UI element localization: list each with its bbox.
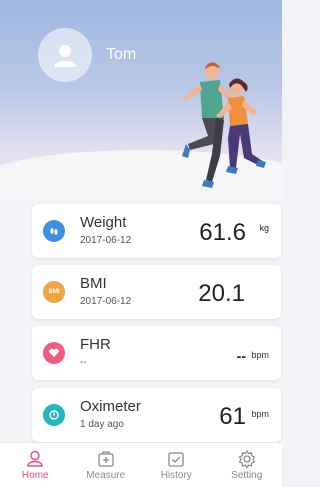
avatar[interactable] [38, 28, 92, 82]
card-unit: bpm [251, 409, 269, 419]
card-title: BMI [80, 275, 107, 292]
nav-label: Measure [86, 470, 126, 481]
card-subtitle: 2017-06-12 [80, 235, 132, 246]
nav-setting[interactable]: Setting [212, 443, 283, 487]
nav-label: Setting [231, 470, 263, 481]
history-icon [168, 452, 184, 467]
bottom-nav: Home Measure History Setting [0, 442, 282, 487]
nav-measure[interactable]: Measure [71, 443, 142, 487]
gear-icon [238, 449, 256, 469]
heart-icon [43, 342, 65, 364]
user-name[interactable]: Tom [106, 46, 136, 64]
nav-label: Home [21, 470, 49, 481]
bmi-icon: BMI [43, 281, 65, 303]
fhr-card[interactable]: FHR -- -- bpm [32, 326, 281, 380]
nav-history[interactable]: History [141, 443, 212, 487]
card-value: 61.6 [199, 219, 246, 246]
header-illustration: Tom [0, 0, 282, 200]
nav-home[interactable]: Home [0, 443, 71, 487]
bmi-card[interactable]: BMI BMI 2017-06-12 20.1 [32, 265, 281, 319]
runners-illustration [182, 62, 266, 188]
card-title: Weight [80, 214, 127, 231]
card-title: FHR [80, 336, 111, 353]
card-subtitle: 1 day ago [80, 419, 124, 430]
oximeter-card[interactable]: Oximeter 1 day ago 61 bpm [32, 388, 281, 442]
card-subtitle: 2017-06-12 [80, 296, 132, 307]
measure-icon [98, 451, 114, 467]
card-value: -- [236, 348, 246, 364]
nav-label: History [160, 470, 192, 481]
card-value: 20.1 [198, 280, 245, 307]
user-icon [27, 450, 43, 467]
card-subtitle: -- [80, 357, 87, 368]
bmi-icon-text: BMI [48, 289, 60, 295]
card-title: Oximeter [80, 398, 141, 415]
oximeter-icon [43, 404, 65, 426]
weight-card[interactable]: Weight 2017-06-12 61.6 kg [32, 204, 281, 258]
footprint-icon [43, 220, 65, 242]
card-value: 61 [219, 403, 246, 430]
card-unit: bpm [251, 350, 269, 360]
card-unit: kg [259, 223, 269, 233]
avatar-icon [54, 45, 76, 67]
